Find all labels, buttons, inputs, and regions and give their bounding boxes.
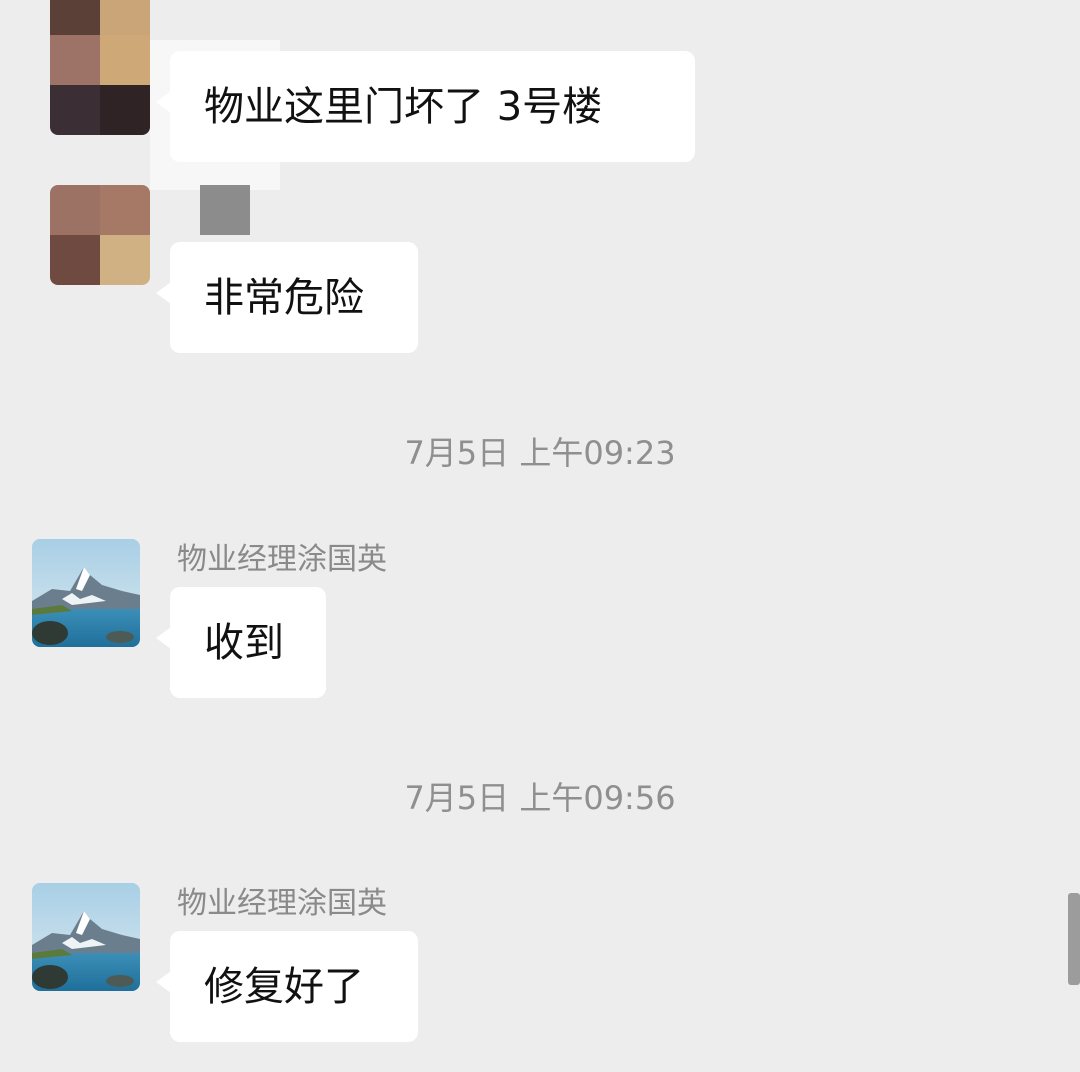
message-bubble[interactable]: 物业这里门坏了 3号楼 (156, 51, 695, 162)
timestamp: 7月5日 上午09:23 (404, 434, 676, 472)
resident-avatar[interactable] (50, 185, 150, 285)
message-bubble[interactable]: 修复好了 (156, 931, 418, 1042)
timestamp: 7月5日 上午09:56 (404, 779, 676, 817)
message-text: 收到 (204, 620, 284, 666)
message-bubble[interactable]: 收到 (156, 587, 326, 698)
blurred-sender-name (200, 185, 250, 235)
message-text: 物业这里门坏了 3号楼 (204, 84, 603, 130)
mountain-lake-avatar-icon (32, 539, 140, 647)
manager-avatar[interactable] (32, 883, 140, 991)
mountain-lake-avatar-icon (32, 883, 140, 991)
message-bubble[interactable]: 非常危险 (156, 242, 418, 353)
sender-name: 物业经理涂国英 (177, 542, 387, 577)
message-text: 非常危险 (204, 275, 364, 321)
message-text: 修复好了 (204, 964, 364, 1010)
resident-avatar[interactable] (50, 0, 150, 135)
manager-avatar[interactable] (32, 539, 140, 647)
sender-name: 物业经理涂国英 (177, 886, 387, 921)
scrollbar-thumb[interactable] (1068, 893, 1080, 985)
